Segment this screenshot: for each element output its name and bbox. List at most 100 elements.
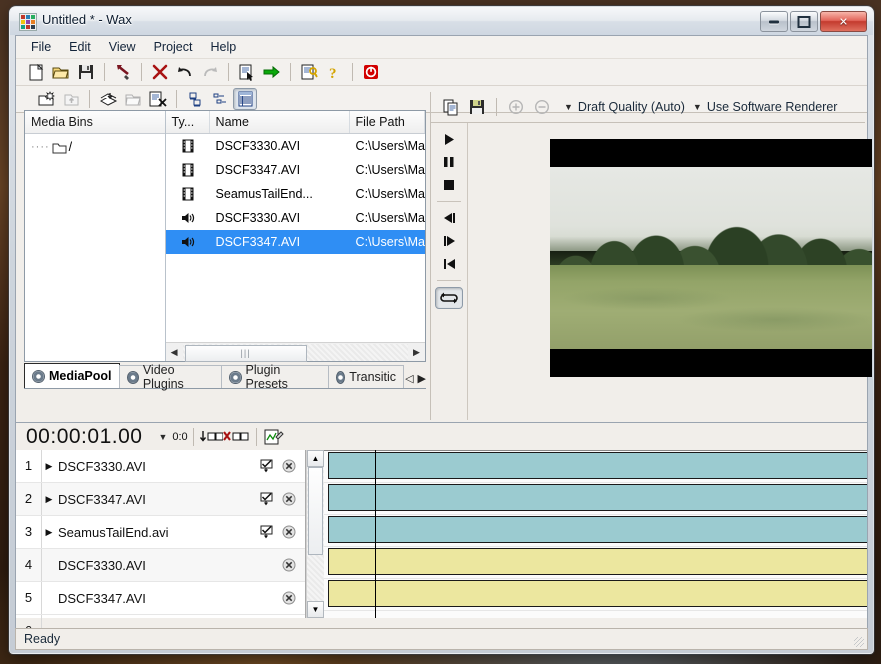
media-list-item[interactable]: DSCF3330.AVI C:\Users\Ma — [166, 134, 425, 158]
timeline-zoom-dropdown[interactable]: ▼ 0:0 — [158, 431, 187, 443]
save-project-button[interactable] — [74, 61, 98, 83]
track-header-row[interactable]: 2 ▶ DSCF3347.AVI — [16, 483, 305, 516]
close-circle-icon[interactable] — [282, 558, 296, 572]
scroll-left-arrow-icon[interactable]: ◀ — [166, 344, 183, 361]
undo-button[interactable] — [173, 61, 197, 83]
track-enable-icon[interactable] — [260, 459, 275, 473]
timeline-lane[interactable] — [324, 450, 867, 483]
media-list-item[interactable]: DSCF3347.AVI C:\Users\Ma — [166, 158, 425, 182]
insert-track-button[interactable] — [199, 426, 223, 448]
zoom-out-button[interactable] — [530, 96, 554, 118]
menu-item-file[interactable]: File — [22, 38, 60, 56]
timeline-clip[interactable] — [328, 548, 867, 575]
open-project-button[interactable] — [49, 61, 73, 83]
resize-grip-icon[interactable] — [854, 637, 864, 647]
tab-plugin-presets[interactable]: Plugin Presets — [221, 363, 330, 391]
timecode-display[interactable]: 00:00:01.00 — [26, 425, 142, 449]
scrollbar-thumb[interactable] — [308, 467, 323, 555]
track-header-row[interactable]: 3 ▶ SeamusTailEnd.avi — [16, 516, 305, 549]
renderer-dropdown-label[interactable]: Use Software Renderer — [707, 100, 838, 114]
close-button[interactable]: ✕ — [820, 11, 867, 32]
timeline-clip[interactable] — [328, 580, 867, 607]
redo-button[interactable] — [198, 61, 222, 83]
scroll-down-arrow-icon[interactable]: ▼ — [307, 601, 324, 618]
quality-dropdown-chevron-down-icon[interactable]: ▼ — [564, 102, 573, 112]
column-header-name[interactable]: Name — [210, 111, 350, 133]
timeline-lane[interactable] — [324, 514, 867, 547]
renderer-dropdown-chevron-down-icon[interactable]: ▼ — [693, 102, 702, 112]
view-icons-button[interactable] — [183, 88, 207, 110]
timeline-lane[interactable] — [324, 482, 867, 515]
menu-item-project[interactable]: Project — [145, 38, 202, 56]
track-properties-button[interactable] — [262, 426, 286, 448]
step-forward-button[interactable] — [436, 231, 462, 251]
track-header-row[interactable]: 1 ▶ DSCF3330.AVI — [16, 450, 305, 483]
maximize-button[interactable] — [790, 11, 818, 32]
stop-render-button[interactable] — [359, 61, 383, 83]
media-list-item-selected[interactable]: DSCF3347.AVI C:\Users\Ma — [165, 230, 425, 254]
track-header-row[interactable]: 4 DSCF3330.AVI — [16, 549, 305, 582]
loop-button[interactable] — [435, 287, 463, 309]
timeline-lane[interactable] — [324, 546, 867, 579]
import-media-button[interactable] — [96, 88, 120, 110]
parent-bin-button[interactable] — [59, 88, 83, 110]
timeline-lane[interactable] — [324, 578, 867, 611]
timeline-lanes[interactable]: 0:00 00:00:05 00:00:10 — [324, 450, 867, 618]
media-list-item[interactable]: SeamusTailEnd... C:\Users\Ma — [166, 182, 425, 206]
go-to-start-button[interactable] — [436, 254, 462, 274]
menu-item-edit[interactable]: Edit — [60, 38, 100, 56]
timeline-clip[interactable] — [328, 516, 867, 543]
menu-item-view[interactable]: View — [100, 38, 145, 56]
tab-mediapool[interactable]: MediaPool — [24, 363, 120, 388]
column-header-type[interactable]: Ty... — [166, 111, 210, 133]
scroll-right-arrow-icon[interactable]: ▶ — [408, 344, 425, 361]
close-circle-icon[interactable] — [282, 492, 296, 506]
help-button[interactable]: ? — [322, 61, 346, 83]
scroll-up-arrow-icon[interactable]: ▲ — [307, 450, 324, 467]
delete-track-button[interactable] — [223, 426, 251, 448]
track-vertical-scrollbar[interactable]: ▲ ▼ — [306, 450, 324, 618]
pause-button[interactable] — [436, 152, 462, 172]
quality-dropdown-label[interactable]: Draft Quality (Auto) — [578, 100, 685, 114]
scrollbar-track[interactable] — [307, 467, 324, 601]
bin-tree-item-root[interactable]: ···· / — [25, 134, 165, 154]
stop-button[interactable] — [436, 175, 462, 195]
open-media-button[interactable] — [121, 88, 145, 110]
close-circle-icon[interactable] — [282, 459, 296, 473]
close-circle-icon[interactable] — [282, 591, 296, 605]
timeline-clip[interactable] — [328, 484, 867, 511]
play-button[interactable] — [436, 129, 462, 149]
media-list-item[interactable]: DSCF3330.AVI C:\Users\Ma — [166, 206, 425, 230]
tab-next-arrow-icon[interactable]: ▶ — [418, 372, 426, 385]
video-preview-area[interactable] — [468, 123, 872, 420]
properties-button[interactable] — [235, 61, 259, 83]
step-back-button[interactable] — [436, 208, 462, 228]
tab-transitions[interactable]: Transitic — [328, 365, 405, 388]
close-circle-icon[interactable] — [282, 525, 296, 539]
remove-media-button[interactable] — [146, 88, 170, 110]
menu-item-help[interactable]: Help — [201, 38, 245, 56]
scrollbar-track[interactable]: ||| — [182, 343, 408, 362]
track-expander-icon[interactable]: ▶ — [42, 494, 56, 505]
media-list-horizontal-scrollbar[interactable]: ◀ ||| ▶ — [165, 342, 425, 362]
minimize-button[interactable] — [760, 11, 788, 32]
render-button[interactable] — [260, 61, 284, 83]
save-frame-button[interactable] — [465, 96, 489, 118]
track-expander-icon[interactable]: ▶ — [42, 461, 56, 472]
track-expander-icon[interactable]: ▶ — [42, 527, 56, 538]
build-project-button[interactable] — [111, 61, 135, 83]
track-enable-icon[interactable] — [260, 492, 275, 506]
tab-video-plugins[interactable]: Video Plugins — [118, 363, 223, 391]
timeline-lane-empty[interactable] — [324, 610, 867, 618]
delete-button[interactable] — [148, 61, 172, 83]
column-header-filepath[interactable]: File Path — [350, 111, 425, 133]
new-bin-button[interactable] — [34, 88, 58, 110]
view-list-button[interactable] — [208, 88, 232, 110]
project-settings-button[interactable] — [297, 61, 321, 83]
track-header-row[interactable]: 5 DSCF3347.AVI — [16, 582, 305, 615]
new-project-button[interactable] — [24, 61, 48, 83]
copy-frame-button[interactable] — [439, 96, 463, 118]
timeline-clip[interactable] — [328, 452, 867, 479]
playhead[interactable] — [375, 450, 376, 618]
scrollbar-thumb[interactable]: ||| — [184, 344, 307, 362]
